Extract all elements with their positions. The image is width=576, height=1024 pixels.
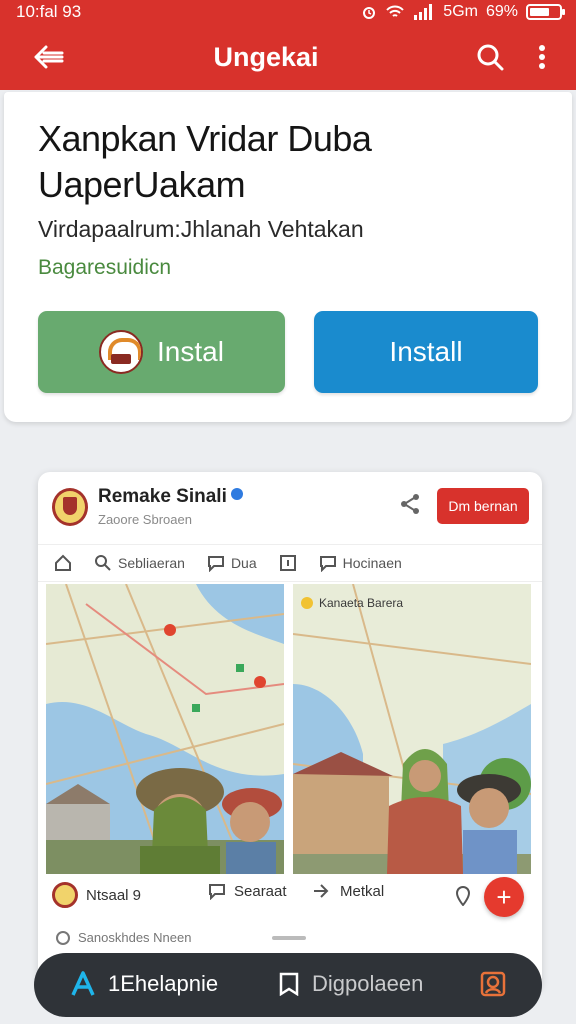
- app-info-card: Xanpkan Vridar Duba UaperUakam Virdapaal…: [4, 92, 572, 422]
- profile-frame-icon: [480, 971, 506, 997]
- add-fab-button[interactable]: +: [484, 877, 524, 917]
- tab-search-label: Sebliaeran: [118, 555, 185, 571]
- app-category: Bagaresuidicn: [38, 256, 172, 279]
- tab-home[interactable]: [54, 554, 72, 572]
- app-bar: Ungekai: [0, 24, 576, 90]
- map-pin-icon: [254, 676, 266, 688]
- page-crest-icon: [52, 488, 88, 526]
- left-footer[interactable]: Ntsaal 9: [52, 882, 141, 908]
- install-button-label: Install: [389, 336, 463, 367]
- nav-item-profile[interactable]: [479, 969, 507, 999]
- nav-item-library-label: Digpolaeen: [312, 971, 424, 996]
- search-icon: [95, 555, 111, 571]
- post-preview-card: Remake Sinali Zaoore Sbroaen Dm bernan S…: [38, 472, 542, 992]
- tab-media[interactable]: [279, 554, 297, 572]
- app-logo-icon: [99, 330, 144, 374]
- hint-row: Sanoskhdes Nneen: [56, 930, 191, 945]
- comment-action[interactable]: Searaat: [208, 882, 287, 900]
- location-pin-icon[interactable]: [456, 886, 470, 906]
- home-icon: [55, 554, 71, 571]
- alarm-icon: [363, 7, 376, 19]
- page-crest-small-icon: [52, 882, 78, 908]
- comment-action-label: Searaat: [234, 882, 287, 900]
- tab-messages[interactable]: Dua: [207, 554, 257, 572]
- forward-icon: [314, 884, 329, 898]
- app-title: Ungekai: [213, 41, 319, 72]
- nav-item-home[interactable]: 1Ehelapnie: [70, 971, 218, 997]
- post-tabs: Sebliaeran Dua Hocinaen: [38, 544, 542, 582]
- status-icons: 5Gm 69%: [361, 3, 565, 21]
- map-photo-right[interactable]: Kanaeta Barera: [293, 584, 531, 874]
- radio-icon: [56, 930, 70, 945]
- back-button[interactable]: [0, 24, 96, 90]
- app-subtitle: Virdapaalrum:Jhlanah Vehtakan: [38, 216, 364, 242]
- drag-handle[interactable]: [272, 936, 306, 940]
- verified-badge-icon: [230, 488, 243, 500]
- page-handle: Zaoore Sbroaen: [98, 512, 192, 527]
- bookmark-icon: [279, 972, 299, 996]
- left-footer-label: Ntsaal 9: [86, 886, 142, 904]
- battery-level: [530, 8, 550, 16]
- bottom-nav: 1Ehelapnie Digpolaeen: [34, 953, 542, 1017]
- media-icon: [279, 555, 296, 571]
- hint-text: Sanoskhdes Nneen: [78, 930, 192, 945]
- app-name-heading: Xanpkan Vridar Duba UaperUakam: [38, 118, 372, 205]
- map-photo-right-image: [293, 584, 531, 874]
- battery-percent: 69%: [485, 3, 518, 20]
- comment-icon: [319, 556, 336, 572]
- battery-icon: [526, 4, 565, 20]
- instal-button[interactable]: Instal: [38, 311, 285, 393]
- plus-icon: +: [496, 881, 512, 912]
- nav-item-library[interactable]: Digpolaeen: [278, 971, 423, 997]
- status-bar: 10:fal 93 5Gm 69%: [0, 0, 576, 24]
- network-type: 5Gm: [443, 3, 478, 20]
- page-name[interactable]: Remake Sinali: [98, 486, 243, 508]
- a-logo-icon: [71, 971, 95, 996]
- wifi-icon: [386, 5, 405, 17]
- back-arrow-icon: [34, 45, 64, 69]
- more-vert-icon[interactable]: [538, 44, 546, 70]
- sun-icon: [301, 597, 313, 609]
- chat-icon: [207, 556, 224, 572]
- search-icon[interactable]: [476, 43, 504, 71]
- nav-item-home-label: 1Ehelapnie: [108, 971, 219, 996]
- instal-button-label: Instal: [157, 336, 224, 367]
- install-button[interactable]: Install: [314, 311, 538, 393]
- photo-overlay-label: Kanaeta Barera: [301, 596, 403, 610]
- tab-messages-label: Dua: [230, 555, 257, 571]
- tab-comments-label: Hocinaen: [342, 555, 402, 571]
- map-photo-left[interactable]: [46, 584, 284, 874]
- status-time: 10:fal 93: [16, 2, 82, 21]
- signal-icon: [414, 4, 433, 20]
- right-footer[interactable]: Metkal: [312, 882, 384, 900]
- share-icon[interactable]: [398, 492, 422, 516]
- right-footer-label: Metkal: [340, 882, 385, 900]
- follow-button[interactable]: Dm bernan: [437, 488, 529, 524]
- tab-comments[interactable]: Hocinaen: [319, 554, 402, 572]
- tab-search[interactable]: Sebliaeran: [94, 554, 185, 572]
- map-photo-left-image: [46, 584, 284, 874]
- comment-icon: [209, 884, 225, 900]
- map-pin-icon: [164, 624, 176, 636]
